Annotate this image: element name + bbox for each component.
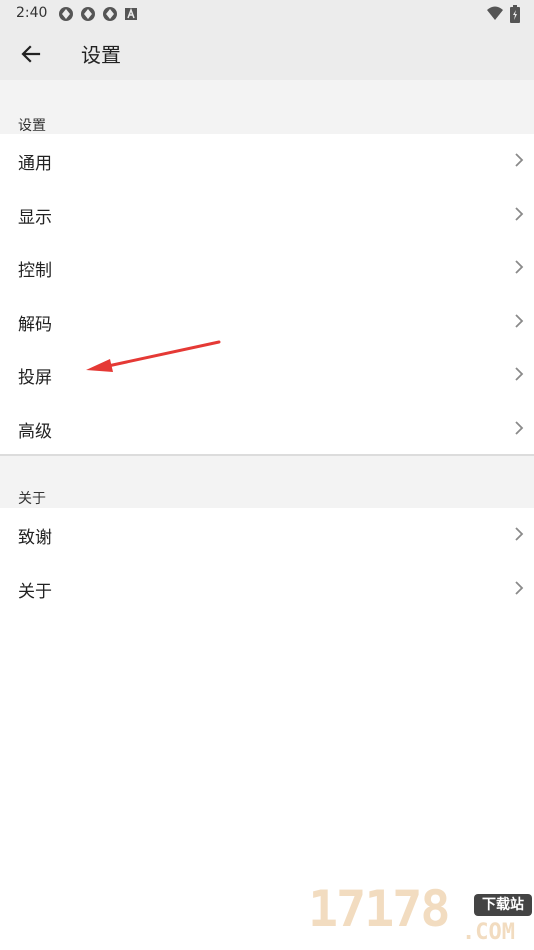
chevron-right-icon (515, 367, 524, 381)
chevron-right-icon (515, 260, 524, 274)
chevron-right-icon (515, 153, 524, 167)
settings-item-label: 控制 (18, 261, 52, 281)
chevron-right-icon (515, 206, 524, 221)
section-header-about: 关于 (18, 491, 46, 507)
shield-icon (59, 7, 73, 21)
battery-icon (510, 5, 520, 23)
settings-item-advanced[interactable]: 高级 (0, 402, 534, 456)
settings-item-credits[interactable]: 致谢 (0, 508, 534, 562)
status-right-icons (486, 5, 520, 23)
shield-icon (81, 7, 95, 21)
settings-item-about[interactable]: 关于 (0, 562, 534, 616)
settings-item-label: 通用 (18, 154, 52, 174)
settings-item-label: 致谢 (18, 528, 52, 548)
wifi-icon (487, 6, 503, 20)
back-button[interactable] (14, 38, 48, 70)
settings-item-display[interactable]: 显示 (0, 188, 534, 242)
about-list: 致谢 关于 (0, 508, 534, 615)
settings-item-label: 高级 (18, 421, 52, 442)
chevron-right-icon (515, 580, 524, 595)
status-time: 2:40 (16, 5, 48, 21)
a-box-icon (125, 7, 137, 20)
section-band-settings (0, 80, 534, 134)
chevron-right-icon (515, 527, 524, 541)
settings-item-control[interactable]: 控制 (0, 241, 534, 295)
settings-item-label: 显示 (18, 207, 52, 228)
settings-item-general[interactable]: 通用 (0, 134, 534, 188)
shield-icon (103, 7, 117, 21)
settings-item-label: 投屏 (18, 368, 52, 388)
chevron-right-icon (515, 420, 524, 435)
status-bar: 2:40 (0, 0, 534, 28)
app-bar: 设置 (0, 28, 534, 80)
watermark-badge: 下载站 (474, 894, 532, 916)
red-arrow-icon (86, 340, 221, 372)
watermark-suffix: .COM (462, 920, 515, 945)
page-title: 设置 (81, 43, 121, 67)
section-header-settings: 设置 (18, 118, 46, 134)
chevron-right-icon (515, 313, 524, 328)
arrow-left-icon (21, 45, 41, 63)
settings-item-label: 解码 (18, 314, 52, 335)
watermark-digits: 17178 (308, 880, 451, 938)
settings-item-label: 关于 (18, 581, 52, 602)
section-band-about (0, 456, 534, 508)
status-left-icons (58, 6, 138, 22)
settings-list: 通用 显示 控制 解码 投屏 高级 (0, 134, 534, 455)
